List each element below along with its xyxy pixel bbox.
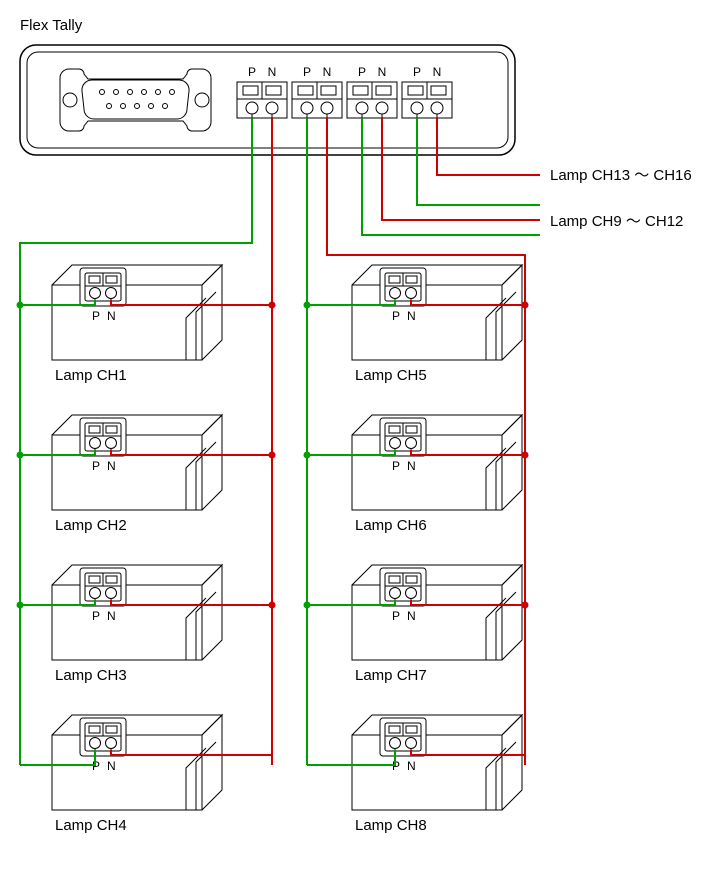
side-label-top: Lamp CH13 ～ CH16 <box>550 167 692 184</box>
pn-label: N <box>323 65 332 79</box>
lamp-label: Lamp CH2 <box>55 517 127 534</box>
pn-label: P <box>392 609 400 623</box>
pn-label: P <box>92 309 100 323</box>
lamp-ch8: P N Lamp CH8 <box>307 715 525 834</box>
pn-label: N <box>407 309 416 323</box>
wire-p-ch9-12 <box>362 118 540 235</box>
pn-label: N <box>107 459 116 473</box>
lamp-ch2: P N Lamp CH2 <box>17 415 276 534</box>
lamp-ch4: P N Lamp CH4 <box>20 715 272 834</box>
pn-label: N <box>107 759 116 773</box>
wire-p-ch13-16 <box>417 118 540 205</box>
lamp-label: Lamp CH1 <box>55 367 127 384</box>
lamp-label: Lamp CH7 <box>355 667 427 684</box>
lamp-label: Lamp CH3 <box>55 667 127 684</box>
diagram-title: Flex Tally <box>20 17 83 34</box>
pn-label: N <box>407 759 416 773</box>
pn-label: P <box>392 309 400 323</box>
pn-label: N <box>378 65 387 79</box>
side-label-bottom: Lamp CH9 ～ CH12 <box>550 213 683 230</box>
pn-label: P <box>392 459 400 473</box>
lamp-ch1: P N Lamp CH1 <box>17 265 276 384</box>
lamp-label: Lamp CH4 <box>55 817 127 834</box>
pn-label: P <box>413 65 421 79</box>
pn-label: N <box>433 65 442 79</box>
header-terminals: P N P N P N P N <box>237 65 452 118</box>
pn-label: N <box>407 609 416 623</box>
pn-label: P <box>248 65 256 79</box>
pn-label: P <box>92 459 100 473</box>
wiring-diagram: Flex Tally P N P N P N P N <box>0 0 720 870</box>
pn-label: P <box>303 65 311 79</box>
pn-label: P <box>358 65 366 79</box>
dsub-connector-icon <box>60 69 211 131</box>
wire-n-ch13-16 <box>437 118 540 175</box>
lamp-ch3: P N Lamp CH3 <box>17 565 276 684</box>
pn-label: P <box>92 609 100 623</box>
lamp-label: Lamp CH8 <box>355 817 427 834</box>
pn-label: N <box>107 609 116 623</box>
lamp-ch5: P N Lamp CH5 <box>304 265 529 384</box>
pn-label: N <box>107 309 116 323</box>
lamp-ch7: P N Lamp CH7 <box>304 565 529 684</box>
main-unit: P N P N P N P N <box>20 45 515 155</box>
pn-label: N <box>268 65 277 79</box>
lamp-label: Lamp CH6 <box>355 517 427 534</box>
lamp-ch6: P N Lamp CH6 <box>304 415 529 534</box>
lamp-label: Lamp CH5 <box>355 367 427 384</box>
pn-label: N <box>407 459 416 473</box>
